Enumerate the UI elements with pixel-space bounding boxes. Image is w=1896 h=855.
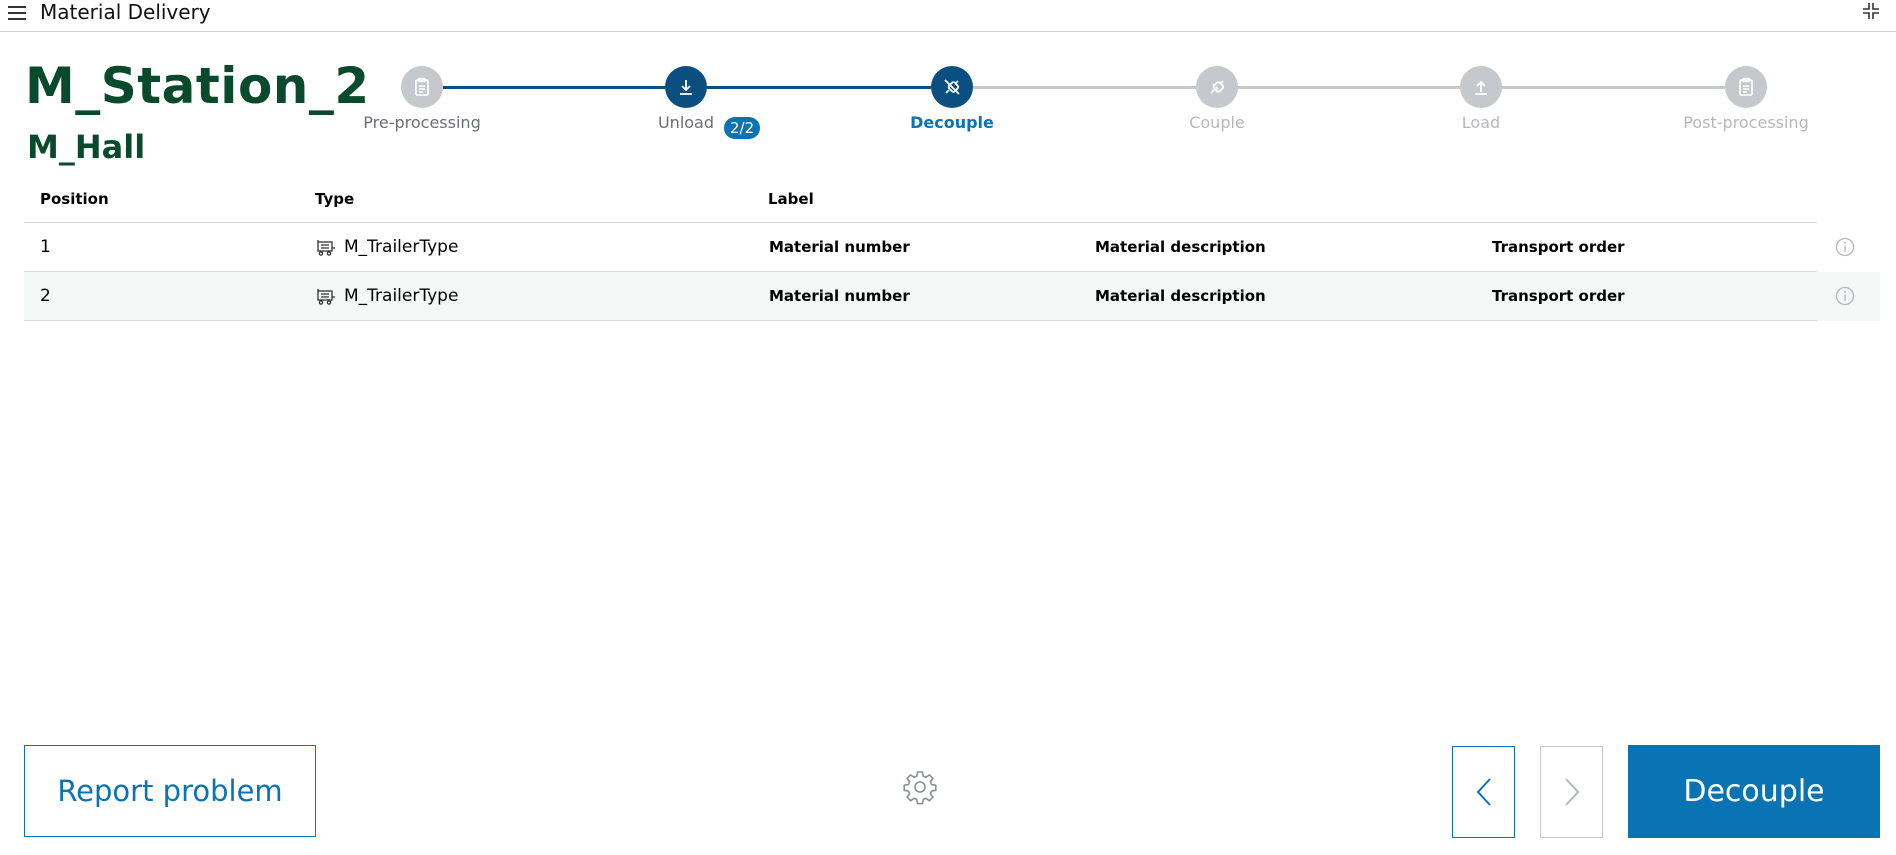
row-material-number: Material number: [769, 238, 910, 256]
step-decouple[interactable]: [931, 66, 973, 108]
header-type: Type: [315, 190, 355, 208]
clipboard-icon: [1739, 77, 1753, 96]
previous-button[interactable]: [1452, 746, 1515, 838]
clipboard-icon: [415, 77, 429, 96]
step-connector-4: [1238, 86, 1460, 89]
download-icon: [680, 80, 692, 95]
unplug-icon: [944, 79, 960, 95]
row-position: 1: [40, 237, 51, 257]
chevron-right-icon: [1564, 778, 1579, 806]
header-label: Label: [768, 190, 814, 208]
plug-icon: [1210, 80, 1225, 94]
info-icon[interactable]: [1835, 286, 1855, 306]
step-label-post-processing: Post-processing: [1683, 113, 1809, 132]
step-label-couple: Couple: [1189, 113, 1245, 132]
info-icon[interactable]: [1835, 237, 1855, 257]
table-row[interactable]: 1 M_TrailerType Material number Material…: [24, 223, 1880, 272]
row-material-description: Material description: [1095, 238, 1266, 256]
row-type-text: M_TrailerType: [344, 286, 459, 306]
next-button[interactable]: [1540, 746, 1603, 838]
row-type: M_TrailerType: [316, 223, 458, 272]
step-couple[interactable]: [1196, 66, 1238, 108]
row-transport-order: Transport order: [1492, 287, 1625, 305]
header-position: Position: [40, 190, 109, 208]
step-connector-3: [973, 86, 1196, 89]
step-pre-processing[interactable]: [401, 66, 443, 108]
step-connector-5: [1502, 86, 1725, 89]
upload-icon: [1475, 80, 1487, 95]
trailer-icon: [317, 288, 335, 305]
step-label-load: Load: [1461, 113, 1501, 132]
process-stepper: Pre-processing Unload 2/2 Decouple Coupl…: [0, 0, 1896, 150]
row-type-text: M_TrailerType: [344, 237, 459, 257]
unload-count-badge: 2/2: [724, 117, 761, 139]
report-problem-button[interactable]: Report problem: [24, 745, 316, 837]
row-material-description: Material description: [1095, 287, 1266, 305]
step-load[interactable]: [1460, 66, 1502, 108]
row-position: 2: [40, 286, 51, 306]
step-connector-2: [707, 86, 931, 89]
step-connector-1: [443, 86, 665, 89]
row-material-number: Material number: [769, 287, 910, 305]
row-transport-order: Transport order: [1492, 238, 1625, 256]
step-post-processing[interactable]: [1725, 66, 1767, 108]
step-unload[interactable]: [665, 66, 707, 108]
table-row[interactable]: 2 M_TrailerType Material number Material…: [24, 272, 1880, 321]
gear-icon[interactable]: [902, 769, 938, 805]
step-label-decouple: Decouple: [910, 113, 994, 132]
chevron-left-icon: [1476, 778, 1491, 806]
trailer-icon: [317, 239, 335, 256]
step-label-pre-processing: Pre-processing: [363, 113, 481, 132]
row-type: M_TrailerType: [316, 272, 458, 321]
decouple-button[interactable]: Decouple: [1628, 745, 1880, 838]
